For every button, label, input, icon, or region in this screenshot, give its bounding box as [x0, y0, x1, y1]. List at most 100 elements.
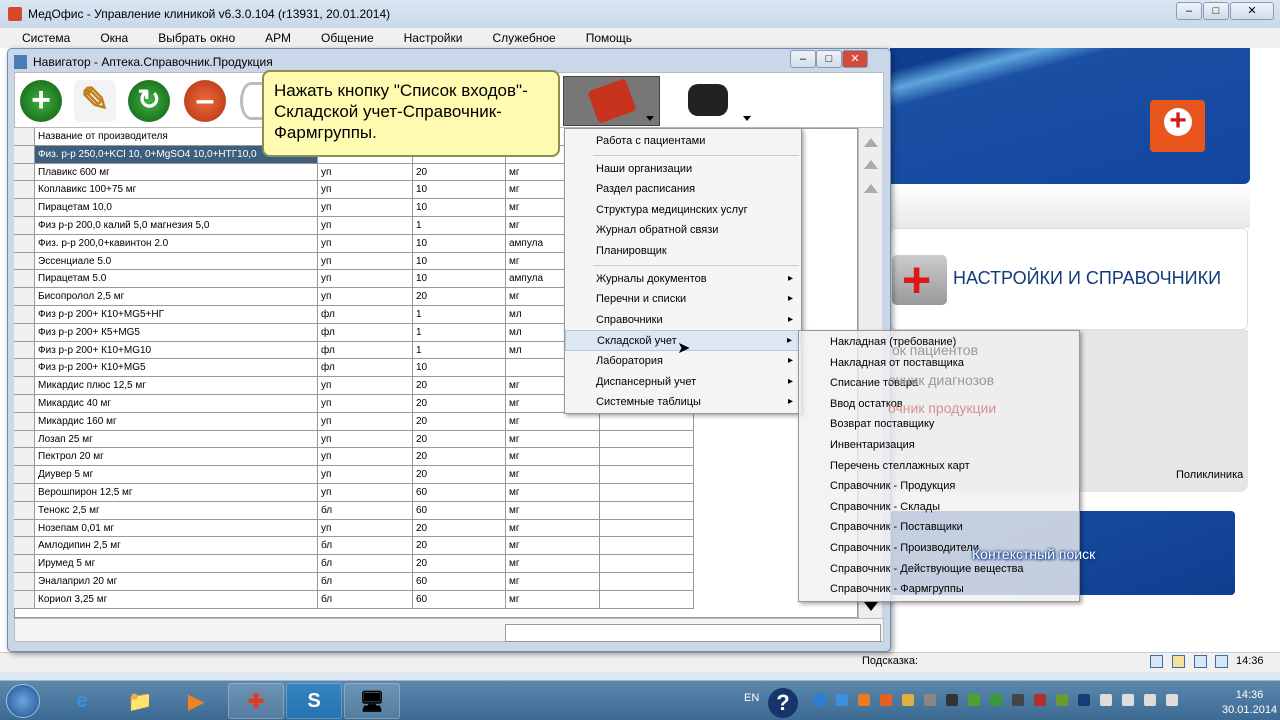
cell-qty[interactable]: 20	[413, 448, 506, 466]
table-row[interactable]: Нозепам 0,01 мг уп 20 мг	[14, 519, 694, 538]
cell-name[interactable]: Кориол 3,25 мг	[35, 590, 318, 608]
cell-extra[interactable]	[600, 448, 694, 466]
cell-name[interactable]: Эссенциале 5.0	[35, 252, 318, 270]
tray-icon[interactable]	[1100, 694, 1112, 706]
cell-extra[interactable]	[600, 430, 694, 448]
cell-unit[interactable]: уп	[318, 483, 413, 501]
tray-icon[interactable]	[1144, 694, 1156, 706]
menu-system[interactable]: Система	[22, 28, 70, 48]
row-indicator[interactable]	[14, 394, 35, 412]
cell-qty[interactable]: 20	[413, 163, 506, 181]
submenu-item[interactable]: Инвентаризация	[799, 435, 1079, 456]
row-indicator[interactable]	[14, 590, 35, 608]
cell-unit[interactable]: уп	[318, 394, 413, 412]
start-button[interactable]	[6, 684, 40, 718]
table-row[interactable]: Амлодипин 2,5 мг бл 20 мг	[14, 537, 694, 556]
cell-name[interactable]: Плавикс 600 мг	[35, 163, 318, 181]
submenu-item[interactable]: Ввод остатков	[799, 394, 1079, 415]
cell-unit[interactable]: уп	[318, 270, 413, 288]
nav-minimize-button[interactable]: –	[790, 50, 816, 68]
tray-icon[interactable]	[836, 694, 848, 706]
table-row[interactable]: Тенокс 2,5 мг бл 60 мг	[14, 501, 694, 520]
cell-name[interactable]: Амлодипин 2,5 мг	[35, 537, 318, 555]
minimize-button[interactable]: –	[1176, 2, 1202, 20]
row-indicator[interactable]	[14, 466, 35, 483]
menu-item[interactable]: Перечни и списки	[565, 289, 801, 310]
row-indicator[interactable]	[14, 199, 35, 216]
chevron-down-icon[interactable]	[743, 116, 751, 121]
refresh-button[interactable]: ↻	[128, 80, 170, 122]
submenu-item[interactable]: Справочник - Производители	[799, 538, 1079, 559]
row-indicator[interactable]	[14, 181, 35, 199]
cell-qty[interactable]: 20	[413, 519, 506, 537]
cell-extra[interactable]	[600, 555, 694, 572]
chevron-down-icon[interactable]	[646, 116, 654, 121]
cell-unit[interactable]: фл	[318, 323, 413, 341]
cell-measure[interactable]: мг	[506, 466, 600, 483]
cell-qty[interactable]: 10	[413, 252, 506, 270]
cell-measure[interactable]: мг	[506, 448, 600, 466]
cell-name[interactable]: Физ р-р 200+ К10+MG10	[35, 341, 318, 359]
cell-qty[interactable]: 20	[413, 377, 506, 394]
taskbar-medoffice[interactable]: ✚	[228, 683, 284, 719]
tray-icon[interactable]	[946, 694, 958, 706]
row-indicator[interactable]	[14, 501, 35, 519]
cell-qty[interactable]: 1	[413, 305, 506, 323]
cell-unit[interactable]: фл	[318, 359, 413, 377]
cell-unit[interactable]: уп	[318, 216, 413, 234]
submenu-item[interactable]: Перечень стеллажных карт	[799, 456, 1079, 477]
taskbar-media[interactable]: ▶	[168, 683, 224, 719]
cell-extra[interactable]	[600, 537, 694, 555]
cell-unit[interactable]: уп	[318, 252, 413, 270]
menu-item[interactable]: Диспансерный учет	[565, 372, 801, 393]
menu-item[interactable]: Планировщик	[565, 241, 801, 262]
settings-title[interactable]: НАСТРОЙКИ И СПРАВОЧНИКИ	[953, 268, 1221, 289]
cell-unit[interactable]: бл	[318, 590, 413, 608]
footer-input[interactable]	[505, 624, 881, 642]
cell-qty[interactable]: 10	[413, 234, 506, 252]
menu-item[interactable]: Справочники	[565, 310, 801, 331]
nav-close-button[interactable]: ✕	[842, 50, 868, 68]
table-row[interactable]: Пектрол 20 мг уп 20 мг	[14, 448, 694, 467]
cell-qty[interactable]: 60	[413, 572, 506, 590]
cell-measure[interactable]: мг	[506, 501, 600, 519]
tray-icon[interactable]	[858, 694, 870, 706]
status-doc-icon[interactable]	[1194, 655, 1207, 668]
binoculars-icon[interactable]	[688, 84, 728, 116]
tray-icon[interactable]	[1012, 694, 1024, 706]
row-indicator[interactable]	[14, 555, 35, 572]
cell-extra[interactable]	[600, 412, 694, 430]
cell-name[interactable]: Нозепам 0,01 мг	[35, 519, 318, 537]
cell-unit[interactable]: уп	[318, 466, 413, 483]
menu-item[interactable]: Наши организации	[565, 159, 801, 180]
search-icon[interactable]	[240, 82, 262, 120]
cell-name[interactable]: Коплавикс 100+75 мг	[35, 181, 318, 199]
cell-unit[interactable]: уп	[318, 234, 413, 252]
submenu-item[interactable]: Накладная от поставщика	[799, 353, 1079, 374]
cell-qty[interactable]: 20	[413, 394, 506, 412]
menu-item[interactable]: Работа с пациентами	[565, 131, 801, 152]
delete-button[interactable]: –	[184, 80, 226, 122]
row-indicator[interactable]	[14, 412, 35, 430]
cell-qty[interactable]: 1	[413, 341, 506, 359]
cell-unit[interactable]: уп	[318, 448, 413, 466]
cell-name[interactable]: Физ р-р 200+ К10+MG5+НГ	[35, 305, 318, 323]
cell-name[interactable]: Лозап 25 мг	[35, 430, 318, 448]
menu-select-window[interactable]: Выбрать окно	[158, 28, 235, 48]
cell-qty[interactable]: 10	[413, 270, 506, 288]
tray-icon[interactable]	[1056, 694, 1068, 706]
cell-measure[interactable]: мг	[506, 430, 600, 448]
cell-name[interactable]: Физ. р-р 200,0+кавинтон 2.0	[35, 234, 318, 252]
row-indicator[interactable]	[14, 163, 35, 181]
menu-item[interactable]: Журнал обратной связи	[565, 220, 801, 241]
cell-measure[interactable]: мг	[506, 519, 600, 537]
row-indicator[interactable]	[14, 359, 35, 377]
cell-name[interactable]: Эналаприл 20 мг	[35, 572, 318, 590]
cell-extra[interactable]	[600, 483, 694, 501]
row-indicator[interactable]	[14, 305, 35, 323]
cell-name[interactable]: Пектрол 20 мг	[35, 448, 318, 466]
scroll-bottom-icon[interactable]	[864, 602, 878, 611]
row-indicator[interactable]	[14, 483, 35, 501]
cell-name[interactable]: Бисопролол 2,5 мг	[35, 288, 318, 305]
submenu-item[interactable]: Списание товара	[799, 373, 1079, 394]
